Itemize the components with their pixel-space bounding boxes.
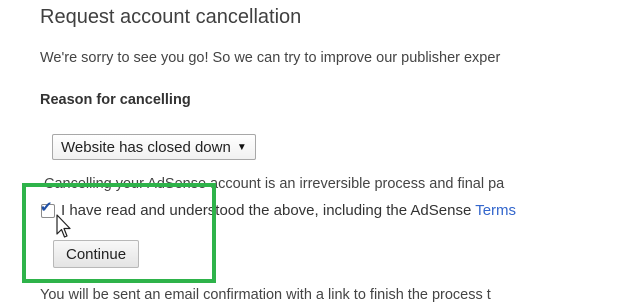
terms-link[interactable]: Terms <box>475 202 516 219</box>
page-title: Request account cancellation <box>40 6 302 28</box>
reason-label: Reason for cancelling <box>40 92 191 108</box>
highlight-box <box>22 183 216 283</box>
cancellation-page: Request account cancellation We're sorry… <box>0 0 621 304</box>
footer-text: You will be sent an email confirmation w… <box>40 287 491 303</box>
reason-select-value: Website has closed down <box>61 138 231 156</box>
reason-select[interactable]: Website has closed down ▼ <box>52 134 256 160</box>
intro-text: We're sorry to see you go! So we can try… <box>40 50 501 66</box>
dropdown-arrow-icon: ▼ <box>236 141 247 153</box>
